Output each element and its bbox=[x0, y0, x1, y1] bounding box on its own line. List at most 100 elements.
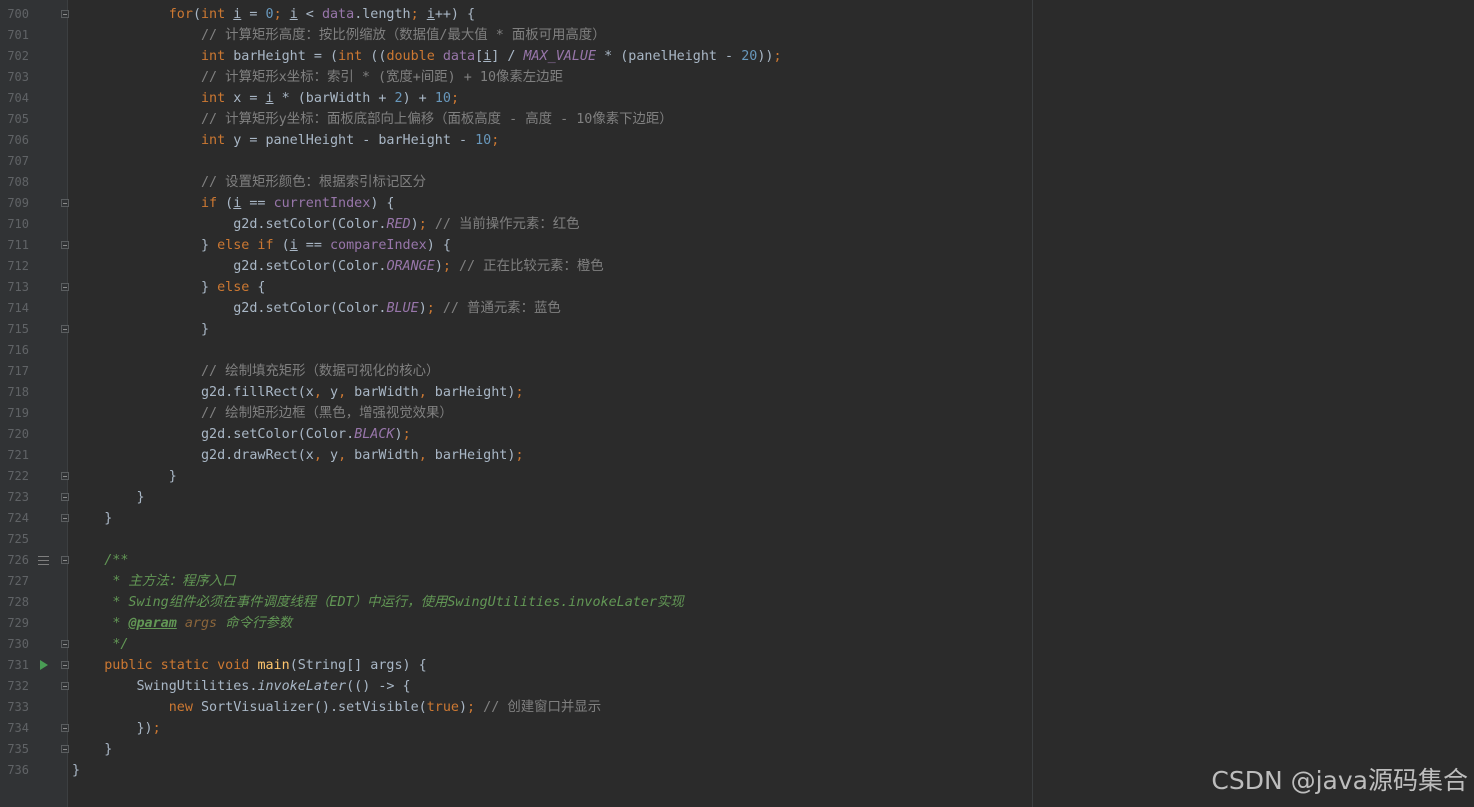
code-line[interactable]: 720 g2d.setColor(Color.BLACK); bbox=[0, 424, 1474, 445]
code-text[interactable]: } bbox=[72, 508, 112, 529]
code-editor[interactable]: 700 for(int i = 0; i < data.length; i++)… bbox=[0, 0, 1474, 807]
line-number[interactable]: 717 bbox=[0, 361, 29, 382]
code-text[interactable]: int x = i * (barWidth + 2) + 10; bbox=[72, 88, 459, 109]
code-line[interactable]: 727 * 主方法：程序入口 bbox=[0, 571, 1474, 592]
line-number[interactable]: 731 bbox=[0, 655, 29, 676]
code-text[interactable]: } bbox=[72, 739, 112, 760]
code-line[interactable]: 707 bbox=[0, 151, 1474, 172]
code-text[interactable]: g2d.setColor(Color.BLUE); // 普通元素：蓝色 bbox=[72, 298, 561, 319]
line-number[interactable]: 729 bbox=[0, 613, 29, 634]
code-line[interactable]: 728 * Swing组件必须在事件调度线程（EDT）中运行，使用SwingUt… bbox=[0, 592, 1474, 613]
code-text[interactable]: } bbox=[72, 466, 177, 487]
line-number[interactable]: 726 bbox=[0, 550, 29, 571]
code-text[interactable]: // 计算矩形y坐标：面板底部向上偏移（面板高度 - 高度 - 10像素下边距） bbox=[72, 109, 673, 130]
code-line[interactable]: 729 * @param args 命令行参数 bbox=[0, 613, 1474, 634]
code-line[interactable]: 712 g2d.setColor(Color.ORANGE); // 正在比较元… bbox=[0, 256, 1474, 277]
code-line[interactable]: 711 } else if (i == compareIndex) { bbox=[0, 235, 1474, 256]
fold-toggle-icon[interactable] bbox=[61, 472, 69, 480]
code-line[interactable]: 705 // 计算矩形y坐标：面板底部向上偏移（面板高度 - 高度 - 10像素… bbox=[0, 109, 1474, 130]
code-text[interactable]: SwingUtilities.invokeLater(() -> { bbox=[72, 676, 411, 697]
code-text[interactable]: int barHeight = (int ((double data[i] / … bbox=[72, 46, 782, 67]
code-line[interactable]: 719 // 绘制矩形边框（黑色，增强视觉效果） bbox=[0, 403, 1474, 424]
line-number[interactable]: 715 bbox=[0, 319, 29, 340]
code-text[interactable]: for(int i = 0; i < data.length; i++) { bbox=[72, 4, 475, 25]
code-line[interactable]: 716 bbox=[0, 340, 1474, 361]
code-text[interactable]: g2d.setColor(Color.BLACK); bbox=[72, 424, 411, 445]
line-number[interactable]: 730 bbox=[0, 634, 29, 655]
line-number[interactable]: 711 bbox=[0, 235, 29, 256]
fold-toggle-icon[interactable] bbox=[61, 283, 69, 291]
line-number[interactable]: 712 bbox=[0, 256, 29, 277]
line-number[interactable]: 710 bbox=[0, 214, 29, 235]
code-line[interactable]: 717 // 绘制填充矩形（数据可视化的核心） bbox=[0, 361, 1474, 382]
code-line[interactable]: 731 public static void main(String[] arg… bbox=[0, 655, 1474, 676]
code-line[interactable]: 735 } bbox=[0, 739, 1474, 760]
line-number[interactable]: 723 bbox=[0, 487, 29, 508]
line-number[interactable]: 719 bbox=[0, 403, 29, 424]
code-line[interactable]: 706 int y = panelHeight - barHeight - 10… bbox=[0, 130, 1474, 151]
code-text[interactable]: int y = panelHeight - barHeight - 10; bbox=[72, 130, 499, 151]
code-text[interactable]: new SortVisualizer().setVisible(true); /… bbox=[72, 697, 601, 718]
code-text[interactable]: // 计算矩形x坐标：索引 * (宽度+间距) + 10像素左边距 bbox=[72, 67, 563, 88]
line-number[interactable]: 705 bbox=[0, 109, 29, 130]
code-text[interactable]: } else { bbox=[72, 277, 266, 298]
code-line[interactable]: 721 g2d.drawRect(x, y, barWidth, barHeig… bbox=[0, 445, 1474, 466]
code-line[interactable]: 704 int x = i * (barWidth + 2) + 10; bbox=[0, 88, 1474, 109]
code-text[interactable]: g2d.setColor(Color.ORANGE); // 正在比较元素：橙色 bbox=[72, 256, 603, 277]
line-number[interactable]: 736 bbox=[0, 760, 29, 781]
code-line[interactable]: 709 if (i == currentIndex) { bbox=[0, 193, 1474, 214]
code-text[interactable]: if (i == currentIndex) { bbox=[72, 193, 395, 214]
code-text[interactable]: // 设置矩形颜色：根据索引标记区分 bbox=[72, 172, 426, 193]
line-number[interactable]: 706 bbox=[0, 130, 29, 151]
code-line[interactable]: 722 } bbox=[0, 466, 1474, 487]
line-number[interactable]: 718 bbox=[0, 382, 29, 403]
code-text[interactable]: }); bbox=[72, 718, 161, 739]
code-text[interactable]: */ bbox=[72, 634, 128, 655]
fold-toggle-icon[interactable] bbox=[61, 556, 69, 564]
line-number[interactable]: 701 bbox=[0, 25, 29, 46]
fold-toggle-icon[interactable] bbox=[61, 241, 69, 249]
line-number[interactable]: 733 bbox=[0, 697, 29, 718]
run-icon[interactable] bbox=[40, 660, 48, 670]
code-text[interactable]: * @param args 命令行参数 bbox=[72, 613, 292, 634]
line-number[interactable]: 724 bbox=[0, 508, 29, 529]
code-line[interactable]: 732 SwingUtilities.invokeLater(() -> { bbox=[0, 676, 1474, 697]
fold-toggle-icon[interactable] bbox=[61, 745, 69, 753]
code-line[interactable]: 708 // 设置矩形颜色：根据索引标记区分 bbox=[0, 172, 1474, 193]
code-text[interactable]: g2d.drawRect(x, y, barWidth, barHeight); bbox=[72, 445, 524, 466]
line-number[interactable]: 703 bbox=[0, 67, 29, 88]
fold-toggle-icon[interactable] bbox=[61, 514, 69, 522]
code-text[interactable]: * 主方法：程序入口 bbox=[72, 571, 235, 592]
fold-toggle-icon[interactable] bbox=[61, 640, 69, 648]
code-line[interactable]: 734 }); bbox=[0, 718, 1474, 739]
code-text[interactable]: } bbox=[72, 760, 80, 781]
code-text[interactable]: public static void main(String[] args) { bbox=[72, 655, 427, 676]
fold-toggle-icon[interactable] bbox=[61, 199, 69, 207]
code-line[interactable]: 715 } bbox=[0, 319, 1474, 340]
line-number[interactable]: 702 bbox=[0, 46, 29, 67]
code-line[interactable]: 700 for(int i = 0; i < data.length; i++)… bbox=[0, 4, 1474, 25]
line-number[interactable]: 732 bbox=[0, 676, 29, 697]
code-line[interactable]: 702 int barHeight = (int ((double data[i… bbox=[0, 46, 1474, 67]
code-line[interactable]: 703 // 计算矩形x坐标：索引 * (宽度+间距) + 10像素左边距 bbox=[0, 67, 1474, 88]
code-line[interactable]: 714 g2d.setColor(Color.BLUE); // 普通元素：蓝色 bbox=[0, 298, 1474, 319]
code-line[interactable]: 713 } else { bbox=[0, 277, 1474, 298]
line-number[interactable]: 735 bbox=[0, 739, 29, 760]
fold-toggle-icon[interactable] bbox=[61, 724, 69, 732]
line-number[interactable]: 727 bbox=[0, 571, 29, 592]
line-number[interactable]: 722 bbox=[0, 466, 29, 487]
line-number[interactable]: 728 bbox=[0, 592, 29, 613]
code-line[interactable]: 724 } bbox=[0, 508, 1474, 529]
code-text[interactable]: } else if (i == compareIndex) { bbox=[72, 235, 451, 256]
line-number[interactable]: 704 bbox=[0, 88, 29, 109]
code-line[interactable]: 726 /** bbox=[0, 550, 1474, 571]
code-text[interactable]: // 绘制矩形边框（黑色，增强视觉效果） bbox=[72, 403, 453, 424]
line-number[interactable]: 714 bbox=[0, 298, 29, 319]
line-number[interactable]: 708 bbox=[0, 172, 29, 193]
code-text[interactable]: g2d.setColor(Color.RED); // 当前操作元素：红色 bbox=[72, 214, 579, 235]
code-line[interactable]: 701 // 计算矩形高度：按比例缩放（数据值/最大值 * 面板可用高度） bbox=[0, 25, 1474, 46]
fold-toggle-icon[interactable] bbox=[61, 10, 69, 18]
fold-toggle-icon[interactable] bbox=[61, 325, 69, 333]
line-number[interactable]: 707 bbox=[0, 151, 29, 172]
line-number[interactable]: 721 bbox=[0, 445, 29, 466]
